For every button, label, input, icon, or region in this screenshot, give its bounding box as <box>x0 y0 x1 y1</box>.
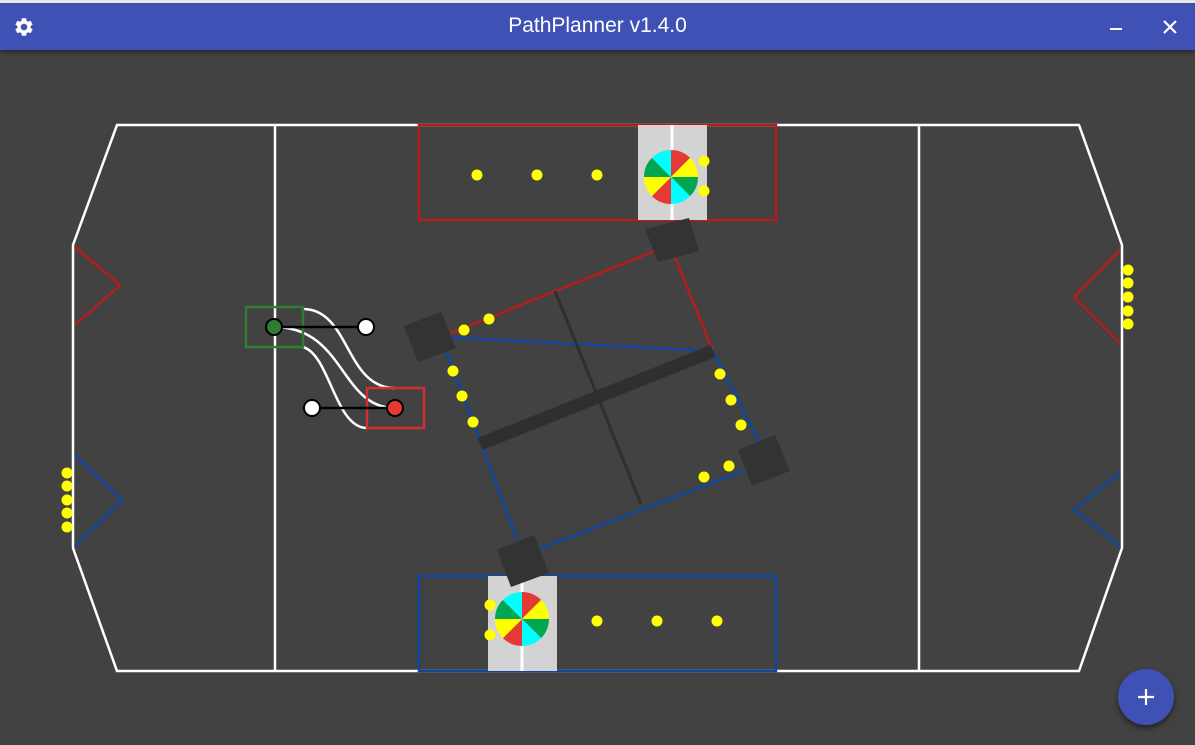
power-cell <box>484 599 496 611</box>
close-icon <box>1163 20 1177 34</box>
power-cell <box>467 416 479 428</box>
power-cell <box>1122 291 1134 303</box>
add-path-button[interactable] <box>1118 669 1174 725</box>
minimize-button[interactable] <box>1100 11 1132 43</box>
power-cell <box>456 390 468 402</box>
power-cell <box>591 169 603 181</box>
power-port-left-blue <box>74 454 124 547</box>
robot-outline-path-top <box>302 307 396 390</box>
plus-icon <box>1138 689 1154 705</box>
power-cell <box>723 460 735 472</box>
power-cell <box>447 365 459 377</box>
power-cell <box>61 480 73 492</box>
title-bar: PathPlanner v1.4.0 <box>0 0 1195 50</box>
power-port-right-blue <box>1071 472 1121 547</box>
power-cell <box>591 615 603 627</box>
start-control-point[interactable] <box>357 318 375 336</box>
power-cell <box>61 467 73 479</box>
window-title: PathPlanner v1.4.0 <box>508 14 687 37</box>
power-cell <box>698 471 710 483</box>
field-canvas[interactable] <box>0 50 1195 745</box>
power-cell <box>711 615 723 627</box>
rendezvous-pillar-right <box>738 435 790 486</box>
minimize-icon <box>1110 28 1122 30</box>
color-wheel-blue <box>495 592 549 646</box>
start-waypoint[interactable] <box>265 318 283 336</box>
power-cell <box>1122 264 1134 276</box>
power-cell <box>714 368 726 380</box>
power-cell <box>61 521 73 533</box>
end-control-point[interactable] <box>303 399 321 417</box>
rendezvous-pillar-top <box>645 218 699 262</box>
power-port-right-red <box>1072 249 1121 344</box>
rendezvous-bar <box>477 344 716 451</box>
power-port-left-red <box>74 246 122 326</box>
power-cell <box>483 313 495 325</box>
power-cell <box>1122 305 1134 317</box>
power-cell <box>698 155 710 167</box>
power-cell <box>61 507 73 519</box>
power-cell <box>1122 318 1134 330</box>
power-cell <box>735 419 747 431</box>
power-cell <box>61 494 73 506</box>
power-cell <box>1122 277 1134 289</box>
power-cell <box>531 169 543 181</box>
power-cell <box>471 169 483 181</box>
end-waypoint[interactable] <box>386 399 404 417</box>
close-button[interactable] <box>1154 11 1186 43</box>
power-cell <box>725 394 737 406</box>
power-cell <box>484 629 496 641</box>
power-cell <box>651 615 663 627</box>
power-cell <box>458 324 470 336</box>
power-cell <box>698 185 710 197</box>
rendezvous-boundary-red <box>440 243 715 353</box>
